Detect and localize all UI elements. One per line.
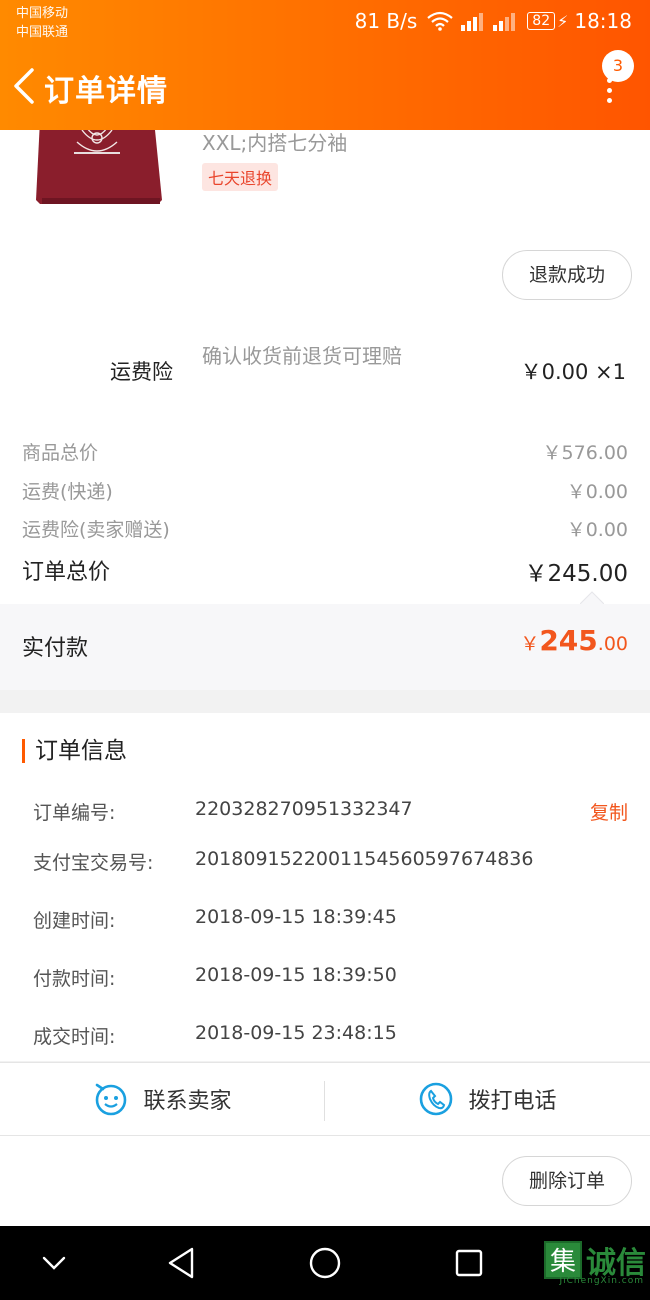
payment-currency: ￥ — [520, 633, 540, 655]
copy-button[interactable]: 复制 — [590, 798, 628, 825]
back-icon[interactable] — [10, 66, 38, 106]
shipping-fee-row: 运费(快递) ￥0.00 — [22, 477, 628, 504]
network-speed: 81 B/s — [354, 9, 418, 33]
info-key: 成交时间: — [33, 1026, 116, 1048]
carrier-2: 中国联通 — [16, 25, 69, 40]
shipping-fee-value: ￥0.00 — [566, 481, 628, 503]
call-phone-button[interactable]: 拨打电话 — [325, 1063, 650, 1135]
system-navigation-bar: 集 诚信 JiChengXin.com — [0, 1226, 650, 1300]
signal-icon — [461, 13, 484, 31]
battery-icon: 82 — [527, 12, 556, 30]
carrier-1: 中国移动 — [16, 6, 69, 21]
watermark-subtext: JiChengXin.com — [559, 1276, 644, 1286]
product-card[interactable]: XXL;内搭七分袖 七天退换 退款成功 — [0, 120, 650, 320]
payment-decimal: .00 — [597, 633, 628, 655]
insurance-fee-value: ￥0.00 — [566, 519, 628, 541]
goods-total-label: 商品总价 — [22, 442, 99, 464]
footer-actions: 删除订单 — [0, 1136, 650, 1226]
goods-total-value: ￥576.00 — [542, 442, 628, 464]
return-policy-tag: 七天退换 — [202, 163, 279, 191]
order-info-title: 订单信息 — [22, 739, 127, 763]
delete-order-button[interactable]: 删除订单 — [502, 1156, 632, 1206]
insurance-price: ￥0.00 ×1 — [520, 360, 626, 384]
phone-icon — [420, 1082, 453, 1116]
actual-payment-amount: ￥245.00 — [520, 624, 628, 657]
chat-face-icon — [96, 1083, 127, 1116]
status-bar: 中国移动 中国联通 81 B/s 82 ⚡ 18:18 — [0, 0, 650, 48]
charging-icon: ⚡ — [557, 11, 569, 31]
info-key: 支付宝交易号: — [33, 852, 154, 874]
call-phone-label: 拨打电话 — [468, 1089, 557, 1114]
carrier-info: 中国移动 中国联通 — [16, 4, 68, 42]
insurance-fee-label: 运费险(卖家赠送) — [22, 519, 170, 541]
contact-seller-label: 联系卖家 — [143, 1089, 232, 1114]
hide-keyboard-icon[interactable] — [40, 1252, 68, 1274]
order-total-value: ￥245.00 — [524, 561, 628, 587]
pointer-notch — [580, 591, 604, 604]
shipping-fee-label: 运费(快递) — [22, 481, 113, 503]
payment-time-value: 2018-09-15 18:39:50 — [195, 964, 397, 986]
price-summary: 商品总价 ￥576.00 运费(快递) ￥0.00 运费险(卖家赠送) ￥0.0… — [0, 420, 650, 604]
signal-icon-2 — [493, 13, 516, 31]
nav-back-icon[interactable] — [166, 1246, 196, 1280]
payment-integer: 245 — [539, 624, 598, 657]
insurance-description: 确认收货前退货可理赔 — [202, 344, 402, 368]
actual-payment-row: 实付款 ￥245.00 — [0, 604, 650, 690]
contact-seller-button[interactable]: 联系卖家 — [0, 1063, 325, 1135]
product-image[interactable] — [22, 120, 172, 216]
more-menu-icon[interactable] — [604, 78, 614, 104]
alipay-trade-value: 2018091522001154560597674836 — [195, 848, 534, 870]
deal-time-value: 2018-09-15 23:48:15 — [195, 1022, 397, 1044]
refund-status-button[interactable]: 退款成功 — [502, 250, 632, 300]
actual-payment-label: 实付款 — [22, 636, 89, 661]
wifi-icon — [427, 11, 454, 31]
insurance-label: 运费险 — [110, 360, 173, 384]
goods-total-row: 商品总价 ￥576.00 — [22, 438, 628, 465]
status-indicators: 81 B/s 82 ⚡ 18:18 — [355, 9, 632, 33]
info-key: 订单编号: — [33, 802, 116, 824]
watermark-mark: 集 — [544, 1241, 582, 1279]
insurance-fee-row: 运费险(卖家赠送) ￥0.00 — [22, 515, 628, 542]
order-total-row: 订单总价 ￥245.00 — [22, 554, 628, 588]
nav-recent-icon[interactable] — [454, 1248, 484, 1278]
nav-home-icon[interactable] — [308, 1246, 342, 1280]
order-info-section: 订单信息 订单编号: 220328270951332347 复制 支付宝交易号:… — [0, 713, 650, 1061]
product-sku: XXL;内搭七分袖 — [202, 131, 348, 155]
app-header: 中国移动 中国联通 81 B/s 82 ⚡ 18:18 订单详情 3 — [0, 0, 650, 130]
order-number-value: 220328270951332347 — [195, 798, 413, 820]
order-total-label: 订单总价 — [22, 560, 111, 585]
clock: 18:18 — [574, 9, 632, 33]
info-key: 付款时间: — [33, 968, 116, 990]
info-key: 创建时间: — [33, 910, 116, 932]
contact-action-bar: 联系卖家 拨打电话 — [0, 1062, 650, 1136]
shipping-insurance-row: 运费险 确认收货前退货可理赔 ￥0.00 ×1 — [0, 320, 650, 420]
created-time-value: 2018-09-15 18:39:45 — [195, 906, 397, 928]
page-title: 订单详情 — [44, 74, 168, 109]
